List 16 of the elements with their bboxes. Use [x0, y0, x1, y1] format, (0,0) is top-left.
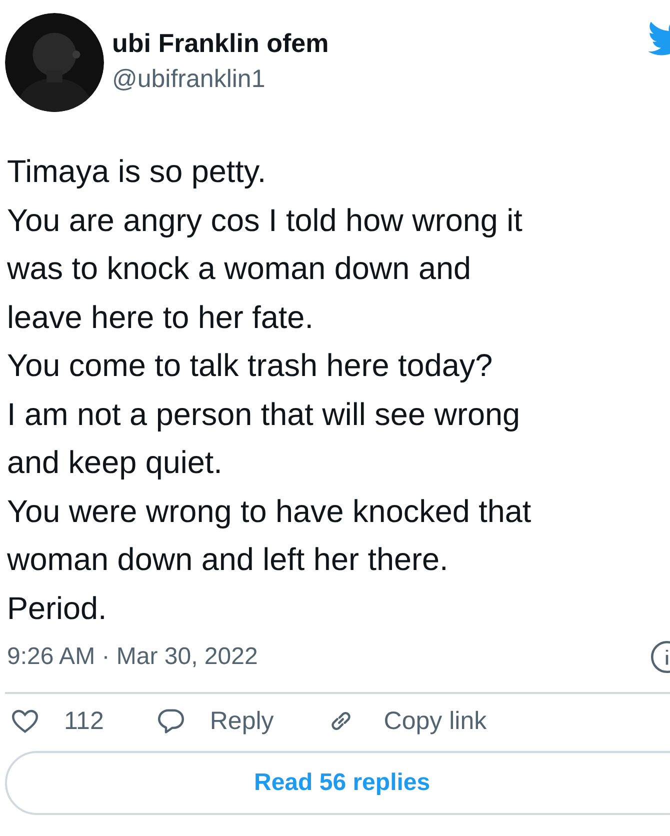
tweet-text-line: I am not a person that will see wrong — [7, 394, 520, 434]
tweet-text-line: woman down and left her there. — [7, 540, 448, 579]
tweet-text-line: leave here to her fate. — [7, 298, 314, 336]
tweet-text-line: Timaya is so petty. — [7, 152, 266, 191]
tweet-text-line: Period. — [7, 588, 107, 628]
tweet-text-line: You come to talk trash here today? — [7, 346, 493, 385]
tweet-text-line: and keep quiet. — [7, 443, 222, 482]
tweet-text-line: You are angry cos I told how wrong it — [7, 200, 522, 240]
copy-link-button[interactable]: Copy link — [326, 706, 487, 736]
tweet-text-line: was to knock a woman down and — [7, 249, 472, 288]
author-name[interactable]: ubi Franklin ofem — [112, 28, 329, 58]
reply-button[interactable]: Reply — [156, 706, 274, 736]
tweet-text-line: You were wrong to have knocked that — [7, 492, 532, 530]
like-button[interactable]: 112 — [10, 706, 104, 736]
author-handle[interactable]: @ubifranklin1 — [112, 64, 329, 94]
timestamp[interactable]: 9:26 AM · Mar 30, 2022 — [7, 643, 258, 671]
